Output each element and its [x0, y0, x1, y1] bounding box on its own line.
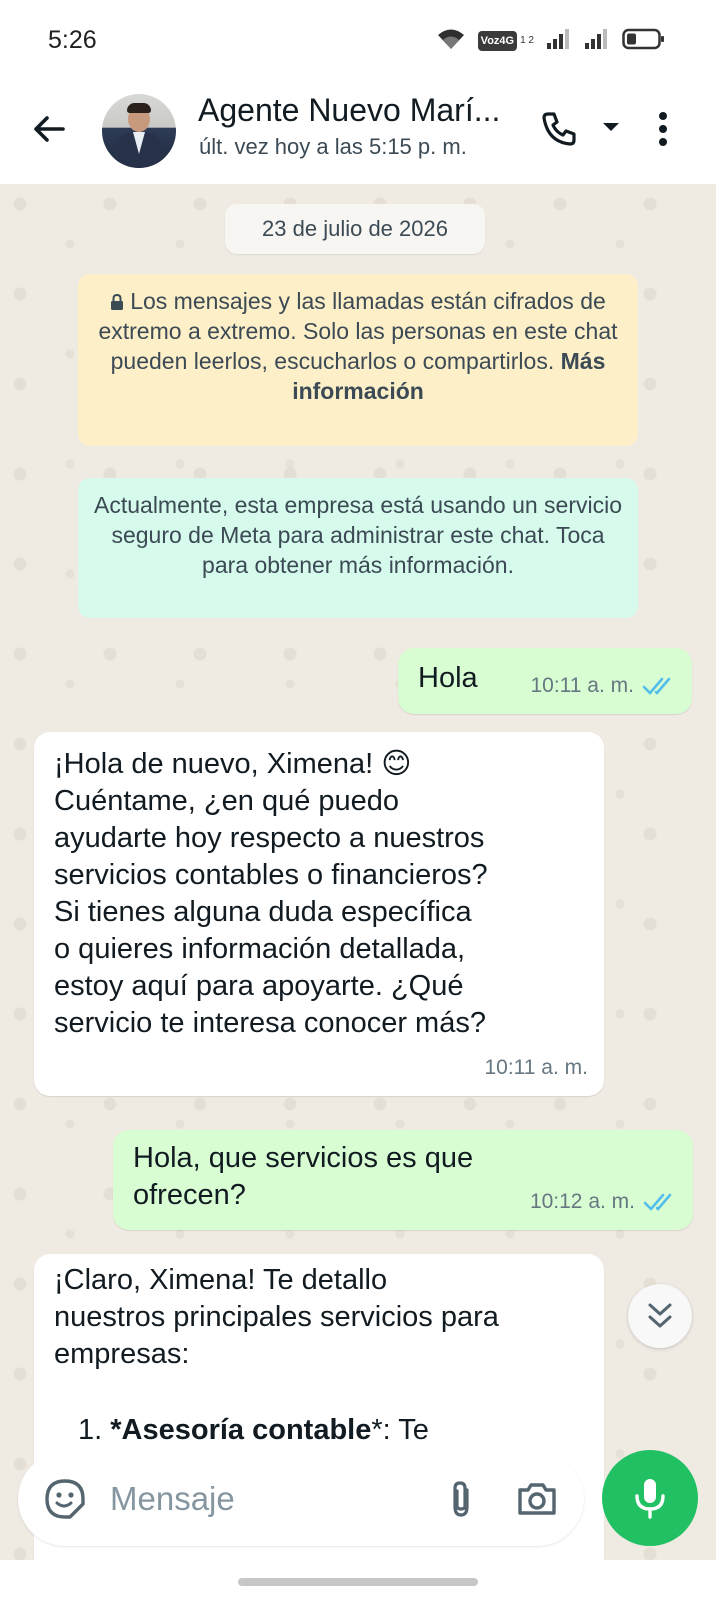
voice-message-button[interactable] [602, 1450, 698, 1546]
encryption-notice-text: Los mensajes y las llamadas están cifrad… [98, 288, 618, 374]
more-options-button[interactable] [650, 104, 676, 154]
list-bold-text: *Asesoría contable [110, 1414, 372, 1446]
signal-icon [546, 28, 572, 55]
meta-service-notice[interactable]: Actualmente, esta empresa está usando un… [78, 478, 638, 618]
back-arrow-icon [34, 116, 65, 142]
message-meta: 10:11 a. m. [530, 667, 676, 704]
message-time: 10:11 a. m. [530, 674, 634, 697]
smiling-face-emoji: 😊 [381, 748, 412, 780]
message-meta: 10:11 a. m. [484, 1049, 588, 1086]
chat-area[interactable]: 23 de julio de 2026 Los mensajes y las l… [0, 184, 716, 1560]
message-time: 10:12 a. m. [529, 1190, 635, 1213]
scroll-to-bottom-button[interactable] [628, 1284, 692, 1348]
message-list-item: 1. *Asesoría contable*: Te [78, 1412, 429, 1449]
microphone-icon [635, 1479, 665, 1519]
message-text: Hola, que servicios es que ofrecen? [133, 1142, 474, 1211]
double-check-icon [643, 1193, 672, 1211]
sticker-emoji-icon [45, 1479, 85, 1519]
status-icons: Voz4G 1 2 [436, 28, 666, 54]
voice-call-button[interactable] [536, 106, 582, 152]
back-button[interactable] [26, 106, 72, 152]
sticker-button[interactable] [42, 1476, 88, 1522]
message-composer [18, 1452, 584, 1546]
signal-icon [584, 28, 610, 55]
home-indicator[interactable] [238, 1578, 478, 1586]
message-text: Hola [418, 662, 478, 694]
camera-icon [518, 1483, 556, 1515]
contact-name[interactable]: Agente Nuevo Marí... [198, 92, 526, 129]
outgoing-message[interactable]: Hola 10:11 a. m. [398, 648, 692, 714]
wifi-icon [436, 27, 466, 56]
network-badge: Voz4G [477, 31, 518, 51]
paperclip-icon [453, 1481, 469, 1517]
phone-icon [542, 112, 576, 146]
message-time: 10:11 a. m. [484, 1056, 588, 1079]
incoming-message[interactable]: ¡Hola de nuevo, Ximena! 😊 Cuéntame, ¿en … [34, 732, 604, 1096]
chat-header: Agente Nuevo Marí... últ. vez hoy a las … [0, 82, 716, 184]
message-meta: 10:12 a. m. [530, 1183, 677, 1220]
date-chip: 23 de julio de 2026 [225, 204, 485, 254]
status-time: 5:26 [48, 26, 97, 54]
last-seen-status: últ. vez hoy a las 5:15 p. m. [199, 134, 467, 159]
message-input[interactable] [110, 1472, 410, 1526]
list-number: 1. [78, 1414, 103, 1446]
battery-icon [622, 27, 666, 56]
call-options-dropdown[interactable] [598, 112, 624, 142]
double-chevron-down-icon [648, 1303, 672, 1328]
more-vert-icon [659, 112, 667, 146]
message-text-line: ¡Hola de nuevo, Ximena! [54, 748, 382, 780]
attach-button[interactable] [438, 1476, 484, 1522]
message-text-body: Cuéntame, ¿en qué puedo ayudarte hoy res… [54, 785, 488, 1039]
lock-icon [111, 294, 124, 310]
status-bar: 5:26 Voz4G 1 2 [0, 0, 716, 82]
network-sub: 1 2 [520, 35, 534, 46]
message-text: ¡Claro, Ximena! Te detallo nuestros prin… [54, 1264, 499, 1370]
caret-down-icon [603, 123, 619, 131]
camera-button[interactable] [512, 1476, 562, 1522]
double-check-icon [642, 677, 671, 695]
encryption-notice[interactable]: Los mensajes y las llamadas están cifrad… [78, 274, 638, 446]
outgoing-message[interactable]: Hola, que servicios es que ofrecen? 10:1… [113, 1130, 693, 1230]
list-text: *: Te [371, 1414, 429, 1446]
contact-avatar[interactable] [102, 94, 176, 168]
message-text: ¡Hola de nuevo, Ximena! 😊 Cuéntame, ¿en … [54, 746, 594, 1042]
